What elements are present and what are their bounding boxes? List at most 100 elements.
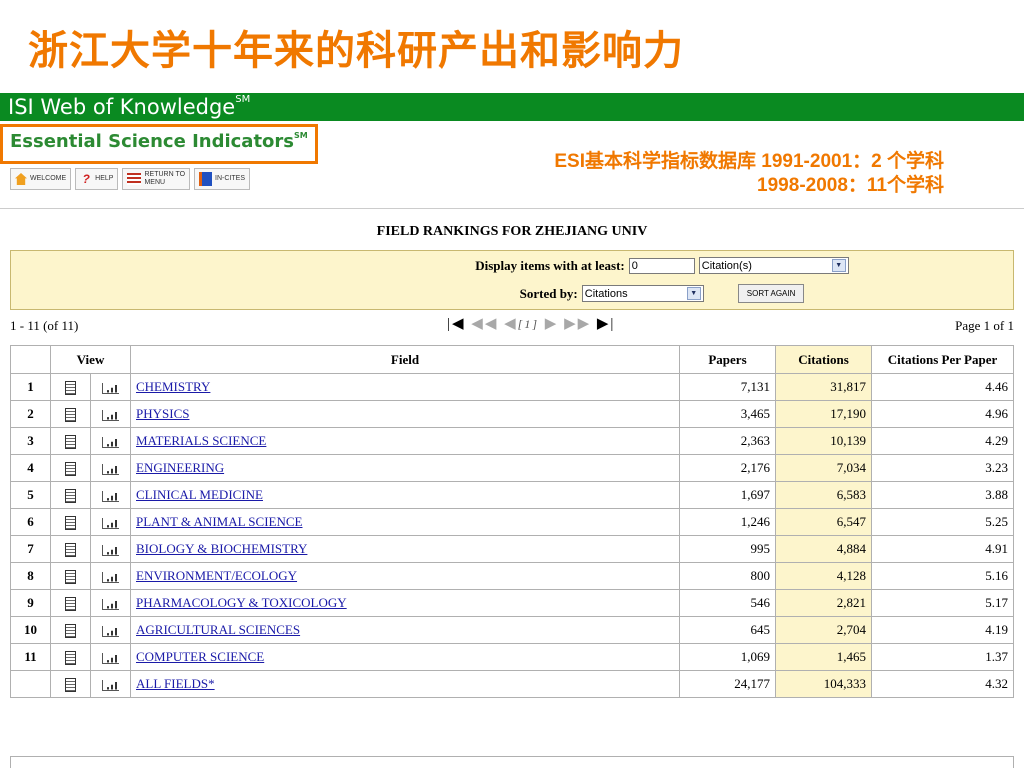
bar-chart-icon[interactable] xyxy=(102,517,119,529)
view-document-cell[interactable] xyxy=(50,454,91,482)
papers-header[interactable]: Papers xyxy=(679,345,776,374)
bar-chart-icon[interactable] xyxy=(102,679,119,691)
view-document-cell[interactable] xyxy=(50,589,91,617)
threshold-input[interactable]: 0 xyxy=(628,257,695,274)
document-icon[interactable] xyxy=(65,381,76,395)
field-link[interactable]: PLANT & ANIMAL SCIENCE xyxy=(136,514,302,529)
citations-cell: 17,190 xyxy=(775,400,872,428)
last-page-icon[interactable]: ▶| xyxy=(597,316,616,332)
rank-cell: 6 xyxy=(10,508,51,536)
view-chart-cell[interactable] xyxy=(90,454,131,482)
incites-button[interactable]: IN-CITES xyxy=(194,168,250,190)
document-icon[interactable] xyxy=(65,570,76,584)
field-link[interactable]: CHEMISTRY xyxy=(136,379,210,394)
bar-chart-icon[interactable] xyxy=(102,571,119,583)
view-chart-cell[interactable] xyxy=(90,535,131,563)
papers-cell: 1,069 xyxy=(679,643,776,671)
view-chart-cell[interactable] xyxy=(90,427,131,455)
view-document-cell[interactable] xyxy=(50,508,91,536)
document-icon[interactable] xyxy=(65,435,76,449)
view-chart-cell[interactable] xyxy=(90,508,131,536)
prev-page-icon[interactable]: ◀ xyxy=(504,316,518,332)
document-icon[interactable] xyxy=(65,543,76,557)
table-footer-strip xyxy=(10,756,1014,768)
bar-chart-icon[interactable] xyxy=(102,652,119,664)
field-link[interactable]: ENGINEERING xyxy=(136,460,224,475)
document-icon[interactable] xyxy=(65,516,76,530)
bar-chart-icon[interactable] xyxy=(102,598,119,610)
field-link[interactable]: PHARMACOLOGY & TOXICOLOGY xyxy=(136,595,347,610)
rank-header xyxy=(10,345,51,374)
bar-chart-icon[interactable] xyxy=(102,409,119,421)
prev-ten-icon[interactable]: ◀◀ xyxy=(471,316,498,332)
view-document-cell[interactable] xyxy=(50,427,91,455)
rank-cell xyxy=(10,670,51,698)
view-document-cell[interactable] xyxy=(50,616,91,644)
document-icon[interactable] xyxy=(65,597,76,611)
field-link[interactable]: PHYSICS xyxy=(136,406,189,421)
citations-header[interactable]: Citations xyxy=(775,345,872,374)
view-chart-cell[interactable] xyxy=(90,616,131,644)
papers-cell: 1,246 xyxy=(679,508,776,536)
document-icon[interactable] xyxy=(65,462,76,476)
field-cell: ENGINEERING xyxy=(130,454,680,482)
bar-chart-icon[interactable] xyxy=(102,625,119,637)
document-icon[interactable] xyxy=(65,489,76,503)
bar-chart-icon[interactable] xyxy=(102,382,119,394)
field-link[interactable]: MATERIALS SCIENCE xyxy=(136,433,266,448)
cpp-cell: 4.32 xyxy=(871,670,1014,698)
view-document-cell[interactable] xyxy=(50,373,91,401)
next-page-icon[interactable]: ▶ xyxy=(545,316,559,332)
view-chart-cell[interactable] xyxy=(90,670,131,698)
papers-cell: 2,363 xyxy=(679,427,776,455)
bar-chart-icon[interactable] xyxy=(102,544,119,556)
citations-cell: 10,139 xyxy=(775,427,872,455)
view-document-cell[interactable] xyxy=(50,670,91,698)
return-to-menu-button[interactable]: RETURN TO MENU xyxy=(122,168,191,190)
view-chart-cell[interactable] xyxy=(90,373,131,401)
bar-chart-icon[interactable] xyxy=(102,490,119,502)
view-document-cell[interactable] xyxy=(50,481,91,509)
field-link[interactable]: AGRICULTURAL SCIENCES xyxy=(136,622,300,637)
field-link[interactable]: COMPUTER SCIENCE xyxy=(136,649,264,664)
incites-icon xyxy=(199,172,213,186)
field-rankings-table: View Field Papers Citations Citations Pe… xyxy=(10,345,1014,698)
bar-chart-icon[interactable] xyxy=(102,436,119,448)
view-chart-cell[interactable] xyxy=(90,643,131,671)
field-header[interactable]: Field xyxy=(130,345,680,374)
table-header-row: View Field Papers Citations Citations Pe… xyxy=(10,345,1014,374)
view-chart-cell[interactable] xyxy=(90,589,131,617)
view-chart-cell[interactable] xyxy=(90,400,131,428)
view-chart-cell[interactable] xyxy=(90,481,131,509)
field-link[interactable]: ENVIRONMENT/ECOLOGY xyxy=(136,568,297,583)
field-cell: CHEMISTRY xyxy=(130,373,680,401)
view-document-cell[interactable] xyxy=(50,400,91,428)
field-link[interactable]: BIOLOGY & BIOCHEMISTRY xyxy=(136,541,307,556)
field-link[interactable]: ALL FIELDS* xyxy=(136,676,215,691)
help-button[interactable]: ? HELP xyxy=(75,168,119,190)
document-icon[interactable] xyxy=(65,651,76,665)
next-ten-icon[interactable]: ▶▶ xyxy=(564,316,591,332)
document-icon[interactable] xyxy=(65,624,76,638)
sorted-label: Sorted by: xyxy=(519,285,578,301)
document-icon[interactable] xyxy=(65,678,76,692)
view-document-cell[interactable] xyxy=(50,562,91,590)
unit-select[interactable]: Citation(s) ▼ xyxy=(698,257,849,274)
citations-cell: 7,034 xyxy=(775,454,872,482)
view-document-cell[interactable] xyxy=(50,535,91,563)
sort-select[interactable]: Citations ▼ xyxy=(581,285,704,302)
cpp-header[interactable]: Citations Per Paper xyxy=(871,345,1014,374)
document-icon[interactable] xyxy=(65,408,76,422)
welcome-button[interactable]: WELCOME xyxy=(10,168,72,190)
bar-chart-icon[interactable] xyxy=(102,463,119,475)
field-link[interactable]: CLINICAL MEDICINE xyxy=(136,487,263,502)
sort-again-button[interactable]: SORT AGAIN xyxy=(737,284,805,303)
table-row: 5 CLINICAL MEDICINE 1,697 6,583 3.88 xyxy=(10,481,1014,509)
table-row: 2 PHYSICS 3,465 17,190 4.96 xyxy=(10,400,1014,428)
view-document-cell[interactable] xyxy=(50,643,91,671)
page-info: Page 1 of 1 xyxy=(955,318,1014,333)
view-chart-cell[interactable] xyxy=(90,562,131,590)
cpp-cell: 5.16 xyxy=(871,562,1014,590)
citations-cell: 4,128 xyxy=(775,562,872,590)
first-page-icon[interactable]: |◀ xyxy=(447,316,466,332)
